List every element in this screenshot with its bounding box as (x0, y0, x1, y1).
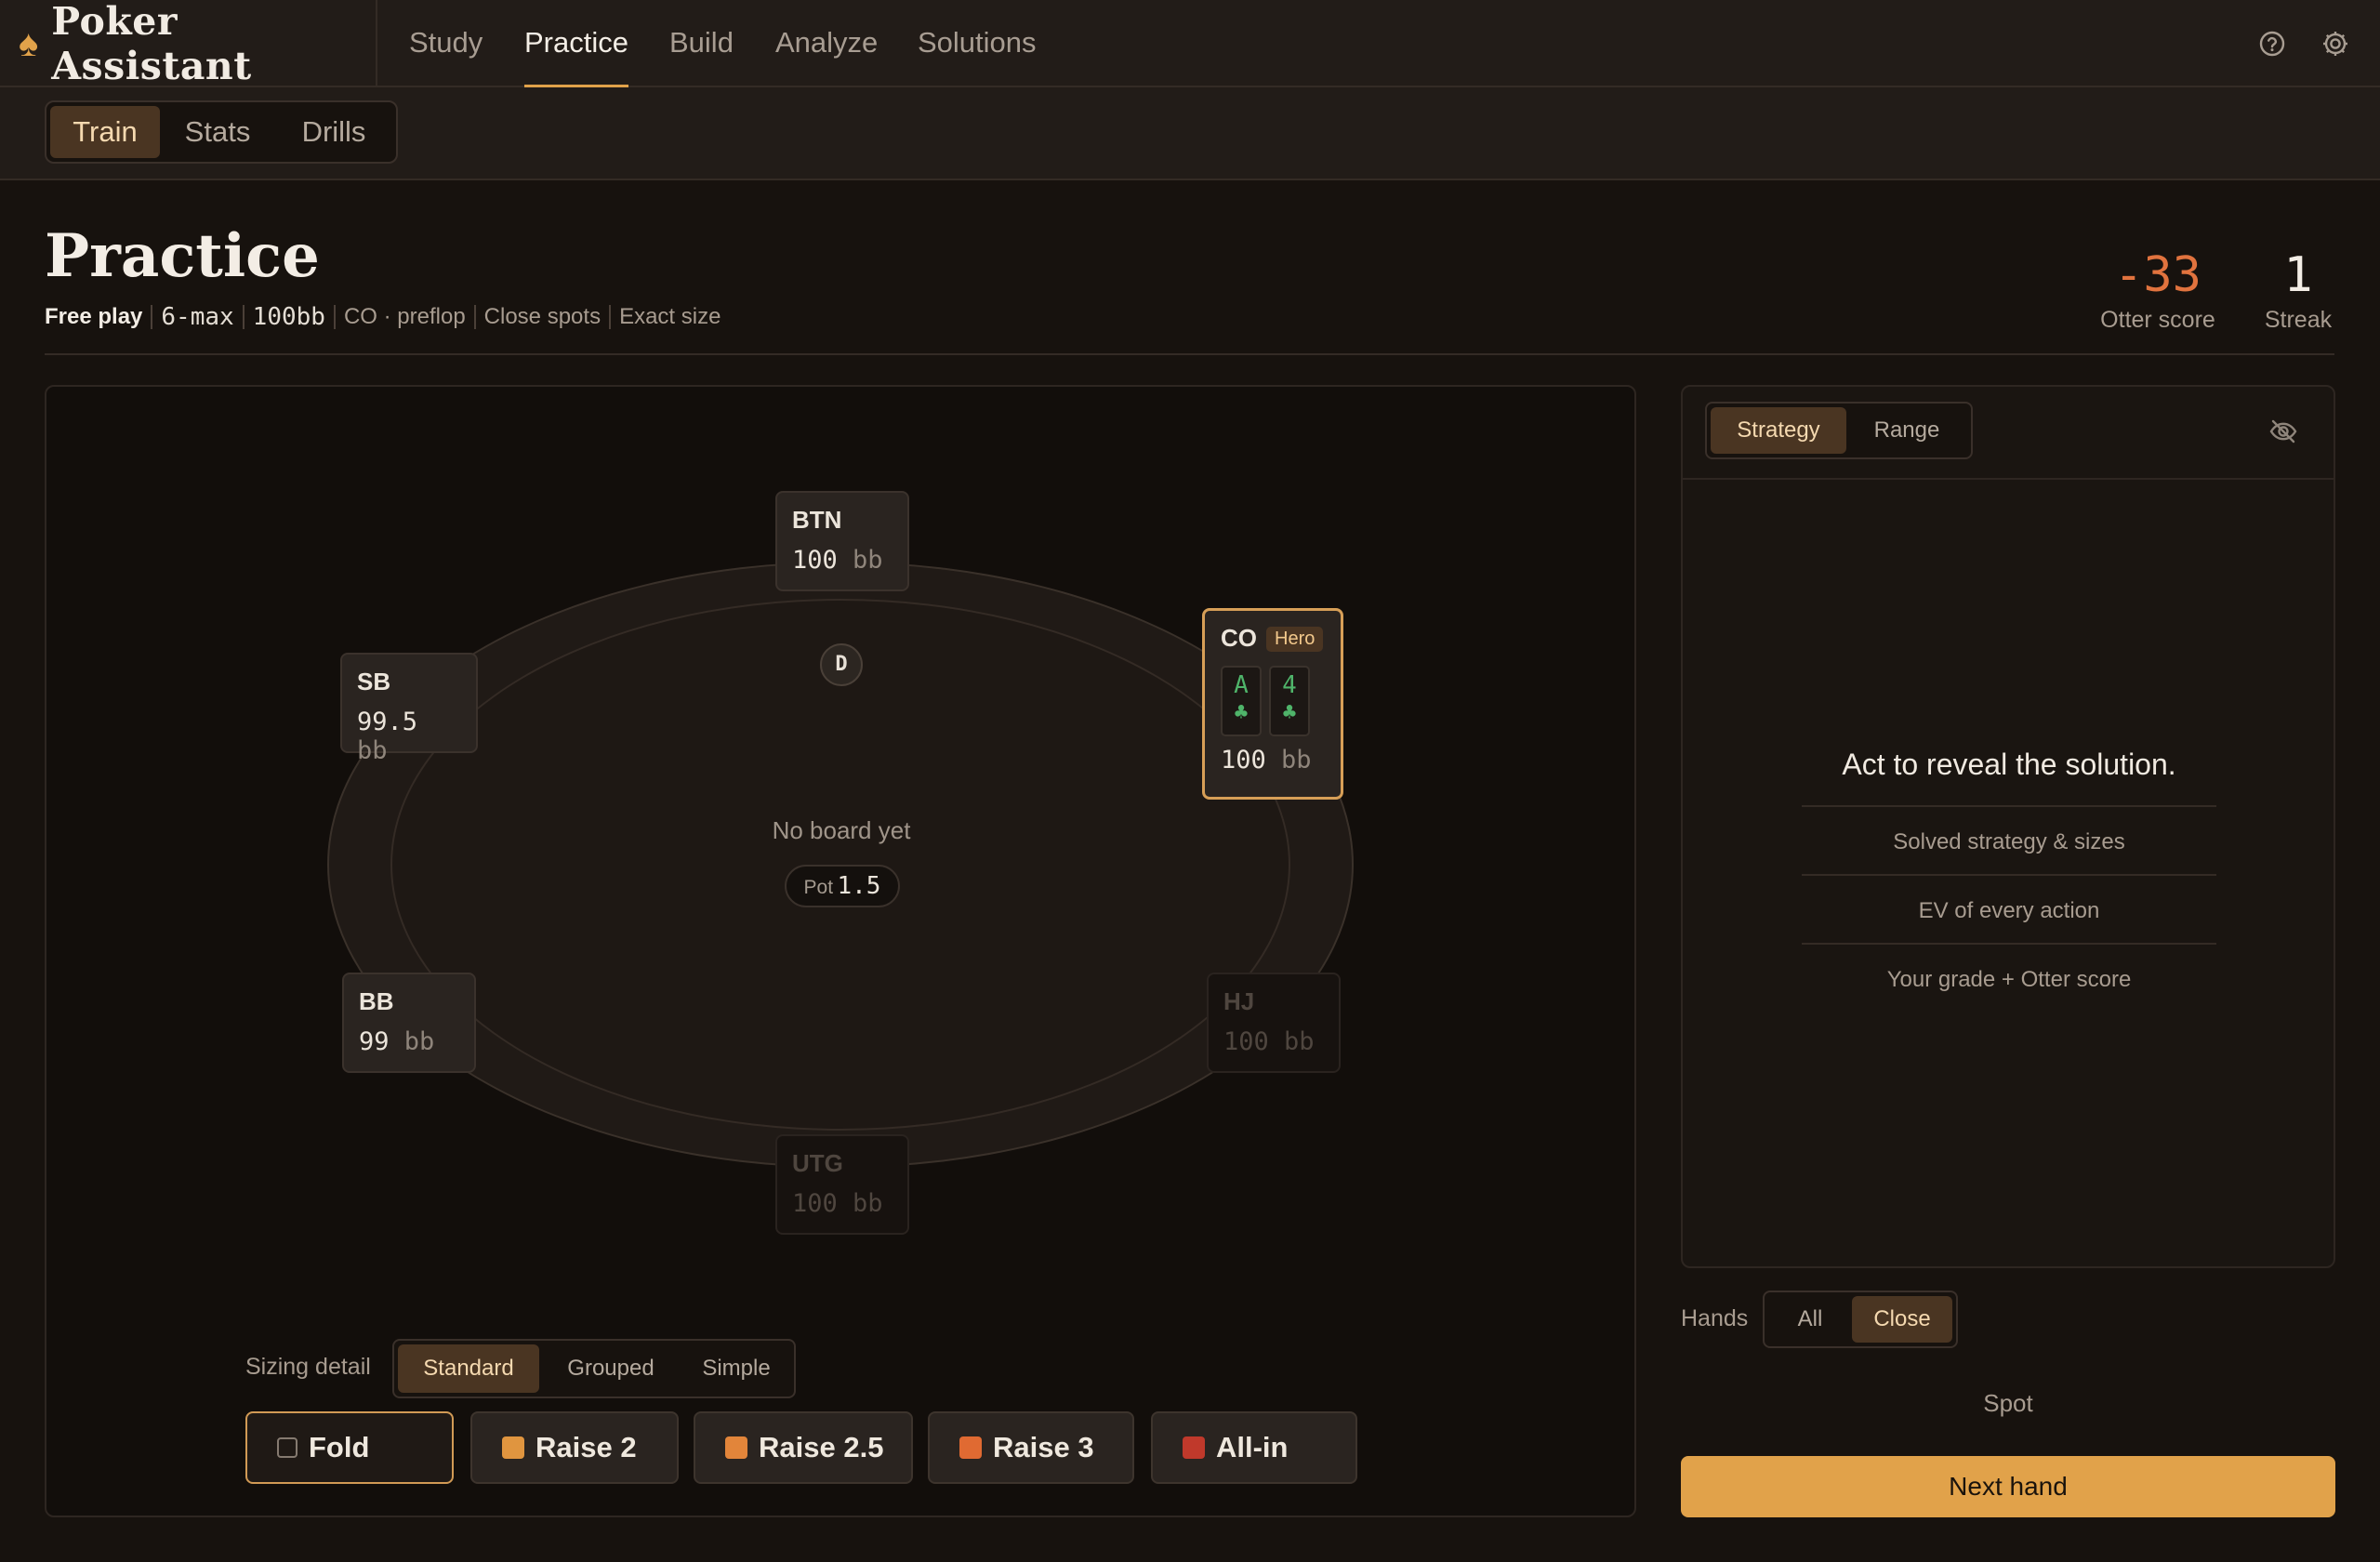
tab-stats[interactable]: Stats (160, 106, 275, 158)
club-suit-icon: ♣ (1234, 699, 1249, 725)
meta-spot: CO · preflop (343, 304, 466, 329)
spade-logo-icon: ♠ (19, 23, 39, 64)
meta-format: 6-max (161, 303, 234, 331)
help-icon[interactable] (2256, 28, 2288, 60)
feature-item: Solved strategy & sizes (1802, 805, 2216, 874)
streak-value: 1 (2283, 247, 2313, 303)
otter-score-value: -33 (2114, 247, 2202, 303)
nav-practice[interactable]: Practice (524, 0, 628, 87)
seat-position: SB (357, 668, 391, 695)
pot-display: Pot 1.5 (785, 865, 900, 907)
settings-icon[interactable] (2320, 28, 2351, 60)
dealer-button: D (820, 643, 863, 686)
hole-cards: A ♣ 4 ♣ (1221, 666, 1325, 736)
board-placeholder: No board yet (772, 816, 911, 844)
seat-bb[interactable]: BB 99 bb (342, 973, 476, 1073)
next-hand-button[interactable]: Next hand (1681, 1456, 2335, 1517)
seat-stack: 100 bb (1221, 746, 1312, 774)
seat-sb[interactable]: SB 99.5 bb (340, 653, 478, 765)
meta-sizing: Exact size (619, 304, 721, 329)
practice-mode-tabs: Train Stats Drills (45, 100, 398, 164)
header-divider (45, 353, 2334, 355)
all-in-button[interactable]: All-in (1151, 1411, 1357, 1484)
page-title: Practice (45, 221, 320, 291)
all-in-swatch (1183, 1436, 1205, 1459)
sizing-detail-toggle: Standard Grouped Simple (392, 1339, 796, 1398)
meta-filter: Close spots (483, 304, 602, 329)
sizing-standard[interactable]: Standard (398, 1344, 539, 1393)
tab-drills[interactable]: Drills (275, 106, 392, 158)
club-suit-icon: ♣ (1282, 699, 1297, 725)
meta-divider (609, 305, 612, 329)
nav-analyze[interactable]: Analyze (775, 0, 878, 87)
tab-train[interactable]: Train (50, 106, 160, 158)
nav-solutions[interactable]: Solutions (918, 0, 1037, 87)
solution-header: Strategy Range (1683, 387, 2334, 480)
meta-mode: Free play (45, 304, 143, 329)
seat-stack: 100 bb (792, 1189, 883, 1218)
sub-nav: Train Stats Drills (0, 87, 2380, 180)
seat-hj[interactable]: HJ 100 bb (1207, 973, 1341, 1073)
session-meta: Free play 6-max 100bb CO · preflop Close… (45, 303, 721, 331)
hole-card: A ♣ (1221, 666, 1262, 736)
raise-3-button[interactable]: Raise 3 (928, 1411, 1134, 1484)
solution-panel: Strategy Range Act to reveal the solutio… (1681, 385, 2335, 1268)
raise-2-button[interactable]: Raise 2 (470, 1411, 679, 1484)
seat-btn[interactable]: BTN 100 bb (775, 491, 909, 591)
otter-score: -33 Otter score (2092, 247, 2224, 334)
eye-off-icon[interactable] (2267, 415, 2300, 448)
brand[interactable]: ♠ Poker Assistant (19, 0, 377, 88)
seat-stack: 99.5 bb (357, 708, 418, 765)
meta-divider (242, 305, 245, 329)
hands-filter-toggle: All Close (1763, 1291, 1958, 1348)
nav-study[interactable]: Study (409, 0, 483, 87)
solution-view-toggle: Strategy Range (1705, 402, 1973, 459)
seat-position: BB (359, 987, 394, 1015)
meta-divider (333, 305, 336, 329)
hands-all[interactable]: All (1768, 1296, 1852, 1343)
raise-2-5-button[interactable]: Raise 2.5 (694, 1411, 913, 1484)
seat-stack: 99 bb (359, 1027, 435, 1056)
reveal-prompt: Act to reveal the solution. (1842, 748, 2176, 781)
fold-swatch (277, 1437, 298, 1458)
otter-score-label: Otter score (2100, 307, 2215, 333)
app-name: Poker Assistant (51, 0, 252, 88)
top-nav: ♠ Poker Assistant Study Practice Build A… (0, 0, 2380, 88)
feature-item: EV of every action (1802, 874, 2216, 943)
streak: 1 Streak (2255, 247, 2341, 334)
feature-item: Your grade + Otter score (1802, 943, 2216, 1012)
seat-position: CO Hero (1221, 624, 1325, 653)
fold-button[interactable]: Fold (245, 1411, 454, 1484)
poker-table-panel: D No board yet Pot 1.5 BTN 100 bb SB 99.… (45, 385, 1636, 1517)
spot-label: Spot (1983, 1389, 2033, 1417)
pot-label: Pot (803, 877, 834, 898)
raise-swatch (502, 1436, 524, 1459)
meta-stack: 100bb (252, 303, 325, 331)
tab-range[interactable]: Range (1846, 407, 1967, 454)
sizing-detail-label: Sizing detail (245, 1354, 371, 1380)
seat-co-hero[interactable]: CO Hero A ♣ 4 ♣ 100 bb (1202, 608, 1343, 800)
seat-utg[interactable]: UTG 100 bb (775, 1134, 909, 1235)
seat-stack: 100 bb (792, 546, 883, 575)
seat-position: BTN (792, 506, 842, 534)
meta-divider (473, 305, 476, 329)
hands-label: Hands (1681, 1305, 1749, 1331)
hole-card: 4 ♣ (1269, 666, 1310, 736)
seat-position: UTG (792, 1149, 843, 1177)
pot-value: 1.5 (837, 872, 881, 900)
raise-swatch (725, 1436, 747, 1459)
streak-label: Streak (2264, 307, 2333, 333)
raise-swatch (959, 1436, 982, 1459)
seat-stack: 100 bb (1223, 1027, 1315, 1056)
sizing-grouped[interactable]: Grouped (539, 1344, 682, 1393)
tab-strategy[interactable]: Strategy (1711, 407, 1846, 454)
nav-build[interactable]: Build (669, 0, 734, 87)
seat-position: HJ (1223, 987, 1255, 1015)
meta-divider (151, 305, 153, 329)
hero-badge: Hero (1266, 627, 1324, 652)
hands-close[interactable]: Close (1852, 1296, 1952, 1343)
sizing-simple[interactable]: Simple (682, 1344, 790, 1393)
